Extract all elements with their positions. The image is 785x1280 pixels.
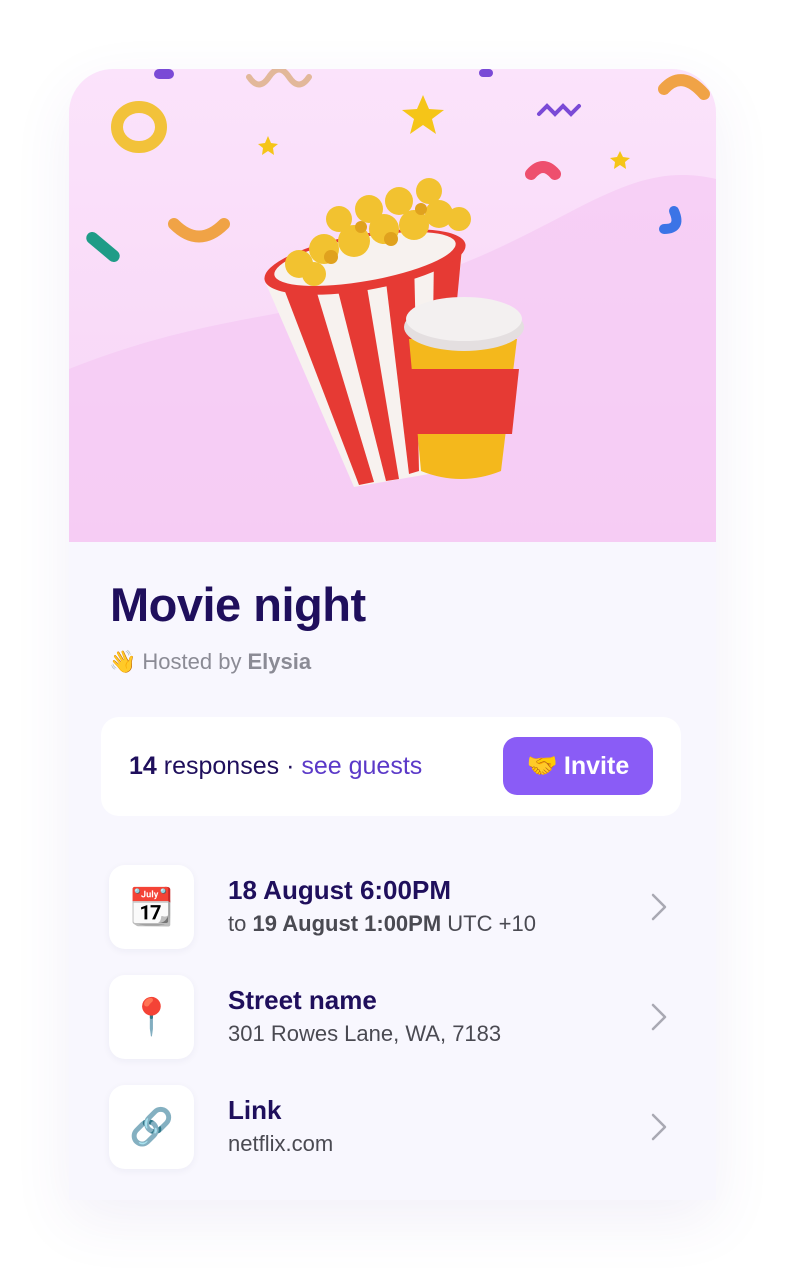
responses-summary: 14 responses · see guests — [129, 752, 422, 781]
response-count: 14 — [129, 752, 157, 780]
timezone: UTC +10 — [447, 911, 536, 936]
invite-label: Invite — [563, 751, 630, 780]
detail-row-date[interactable]: 📆 18 August 6:00PM to 19 August 1:00PM U… — [109, 865, 669, 949]
see-guests-link[interactable]: see guests — [301, 752, 422, 780]
host-prefix: Hosted by — [142, 649, 242, 674]
date-end-prefix: to — [228, 911, 247, 936]
detail-row-location[interactable]: 📍 Street name 301 Rowes Lane, WA, 7183 — [109, 975, 669, 1059]
invite-button[interactable]: 🤝 Invite — [503, 737, 653, 795]
chevron-right-icon — [651, 1003, 667, 1031]
separator-dot: · — [286, 752, 295, 780]
chevron-right-icon — [651, 1113, 667, 1141]
link-title: Link — [228, 1095, 282, 1125]
location-address: 301 Rowes Lane, WA, 7183 — [228, 1021, 502, 1046]
host-line: 👋 Hosted by Elysia — [109, 649, 311, 675]
event-title: Movie night — [110, 578, 366, 631]
waving-hand-icon: 👋 — [109, 649, 137, 674]
location-title: Street name — [228, 985, 377, 1015]
responses-panel: 14 responses · see guests 🤝 Invite — [101, 717, 681, 816]
popcorn-illustration — [69, 69, 716, 542]
host-name: Elysia — [247, 649, 312, 674]
hero-illustration — [69, 69, 716, 542]
detail-row-link[interactable]: 🔗 Link netflix.com — [109, 1085, 669, 1169]
link-icon: 🔗 — [109, 1085, 194, 1169]
handshake-icon: 🤝 — [526, 751, 558, 780]
date-end: 19 August 1:00PM — [252, 911, 442, 936]
link-url: netflix.com — [228, 1131, 334, 1156]
responses-label: responses — [163, 752, 280, 780]
event-card: Movie night 👋 Hosted by Elysia 14 respon… — [69, 69, 716, 1200]
chevron-right-icon — [651, 893, 667, 921]
date-start: 18 August 6:00PM — [228, 875, 451, 905]
pushpin-icon: 📍 — [109, 975, 194, 1059]
calendar-icon: 📆 — [109, 865, 194, 949]
date-end-line: to 19 August 1:00PM UTC +10 — [228, 911, 536, 937]
